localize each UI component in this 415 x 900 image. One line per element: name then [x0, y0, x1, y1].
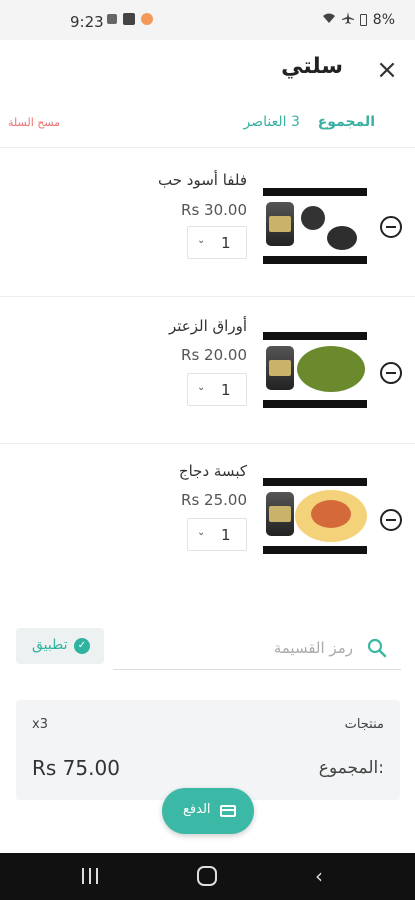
quantity-value: 1 — [221, 381, 231, 399]
product-image — [263, 188, 367, 264]
status-bar: 9:23 8% — [0, 0, 415, 40]
remove-item-icon[interactable] — [380, 509, 402, 531]
search-icon — [367, 638, 387, 658]
recents-icon[interactable] — [82, 868, 100, 884]
check-badge-icon: ✓ — [74, 638, 90, 654]
divider — [0, 443, 415, 444]
quantity-select[interactable]: ⌄ 1 — [187, 373, 247, 406]
quantity-value: 1 — [221, 526, 231, 544]
item-price: Rs 20.00 — [181, 346, 247, 364]
cart-item: كبسة دجاج Rs 25.00 ⌄ 1 — [0, 450, 415, 590]
status-system-icons: 8% — [322, 12, 395, 28]
summary-items-count: 3 العناصر — [243, 114, 300, 130]
checkout-label: الدفع — [183, 802, 211, 817]
chevron-down-icon: ⌄ — [197, 382, 206, 393]
status-time: 9:23 — [70, 13, 104, 31]
checkout-button[interactable]: الدفع — [162, 788, 254, 834]
airplane-icon — [341, 12, 354, 28]
item-name: كبسة دجاج — [178, 462, 247, 480]
product-image — [263, 332, 367, 408]
home-icon[interactable] — [197, 866, 217, 886]
product-image — [263, 478, 367, 554]
quantity-select[interactable]: ⌄ 1 — [187, 226, 247, 259]
chevron-down-icon: ⌄ — [197, 527, 206, 538]
clear-cart-button[interactable]: مسح السلة — [8, 116, 60, 129]
system-nav-bar: ‹ — [0, 853, 415, 900]
cart-item: أوراق الزعتر Rs 20.00 ⌄ 1 — [0, 303, 415, 443]
cart-summary: مسح السلة المجموع 3 العناصر — [0, 108, 415, 138]
divider — [0, 147, 415, 148]
cart-item: فلفا أسود حب Rs 30.00 ⌄ 1 — [0, 157, 415, 297]
products-count: x3 — [32, 717, 48, 732]
order-totals: منتجات x3 المجموع: Rs 75.00 — [16, 700, 400, 800]
cart-header: × سلتي — [0, 40, 415, 100]
item-name: فلفا أسود حب — [158, 171, 247, 189]
gallery-icon — [123, 13, 135, 25]
quantity-select[interactable]: ⌄ 1 — [187, 518, 247, 551]
status-notification-icons — [107, 13, 153, 25]
wifi-icon — [322, 12, 336, 28]
coupon-placeholder: رمز القسيمة — [273, 639, 353, 657]
app-notification-icon — [141, 13, 153, 25]
item-name: أوراق الزعتر — [169, 317, 247, 335]
battery-level: 8% — [372, 12, 395, 28]
coupon-row: تطبيق ✓ رمز القسيمة — [0, 620, 415, 680]
close-icon[interactable]: × — [372, 55, 402, 85]
divider — [0, 296, 415, 297]
total-label: المجموع: — [318, 758, 384, 778]
apply-coupon-label: تطبيق — [32, 637, 68, 653]
network-speed-icon — [107, 14, 117, 24]
summary-total: المجموع 3 العناصر — [244, 114, 375, 130]
products-label: منتجات — [344, 717, 384, 732]
remove-item-icon[interactable] — [380, 216, 402, 238]
chevron-down-icon: ⌄ — [197, 235, 206, 246]
item-price: Rs 25.00 — [181, 491, 247, 509]
summary-total-label: المجموع — [317, 114, 375, 130]
item-price: Rs 30.00 — [181, 201, 247, 219]
quantity-value: 1 — [221, 234, 231, 252]
page-title: سلتي — [281, 54, 343, 79]
remove-item-icon[interactable] — [380, 362, 402, 384]
credit-card-icon — [220, 805, 236, 817]
back-icon[interactable]: ‹ — [315, 864, 323, 888]
battery-icon — [359, 14, 367, 26]
total-value: Rs 75.00 — [32, 756, 120, 780]
apply-coupon-button[interactable]: تطبيق ✓ — [16, 628, 104, 664]
coupon-input[interactable]: رمز القسيمة — [113, 628, 401, 670]
